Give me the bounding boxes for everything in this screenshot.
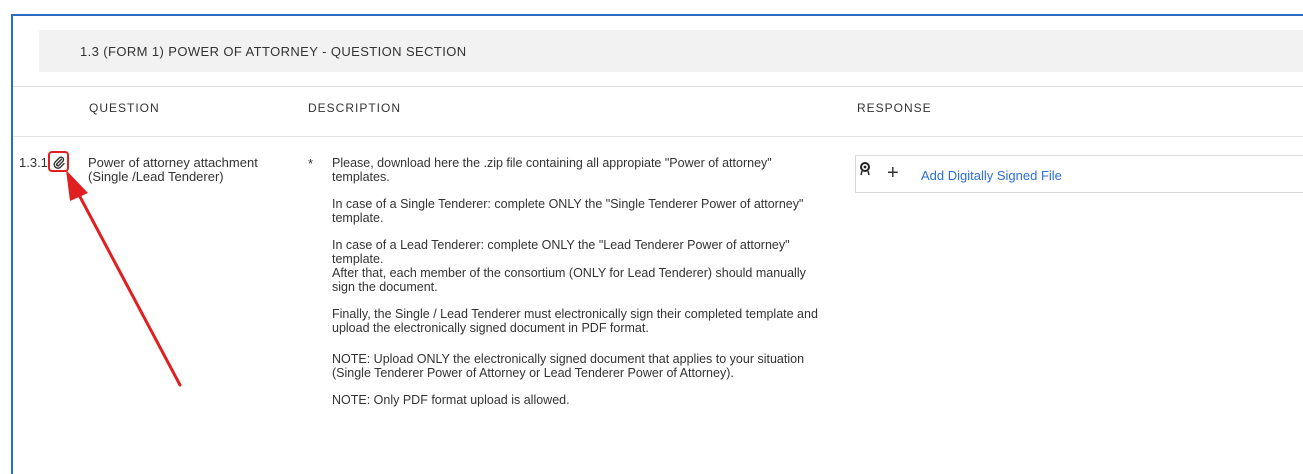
annotation-arrow [66, 170, 182, 387]
